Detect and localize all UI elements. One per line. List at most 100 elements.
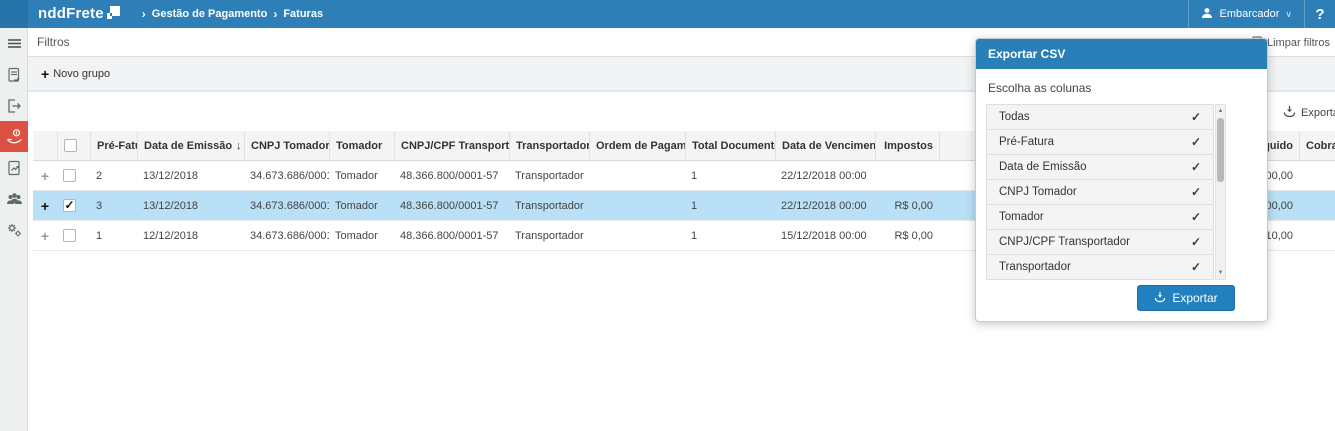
col-data-vencimento[interactable]: Data de Vencimento	[775, 131, 875, 160]
settings-gear-icon[interactable]	[0, 214, 28, 245]
breadcrumb-item-gestao[interactable]: Gestão de Pagamento	[152, 8, 268, 20]
col-pre-fatura[interactable]: Pré-Fatura	[90, 131, 137, 160]
cell-tomador: Tomador	[335, 199, 378, 212]
cell-pre-fatura: 2	[96, 169, 103, 182]
chevron-down-icon: ∨	[1285, 8, 1292, 19]
cell-data-emissao: 13/12/2018	[143, 199, 199, 212]
column-option-list: Todas ✓ Pré-Fatura ✓ Data de Emissão ✓ C…	[986, 104, 1226, 280]
option-label: Pré-Fatura	[999, 136, 1054, 148]
cell-ordem-pagamento	[589, 161, 685, 190]
topbar-right: Embarcador ∨ ?	[1188, 0, 1335, 28]
sidebar-item-document-report[interactable]	[0, 152, 28, 183]
top-bar: nddFrete › Gestão de Pagamento › Faturas…	[0, 0, 1335, 28]
new-group-button[interactable]: + Novo grupo	[41, 67, 110, 81]
expand-row-icon[interactable]: +	[41, 229, 49, 243]
check-icon: ✓	[1190, 185, 1201, 199]
new-group-label: Novo grupo	[53, 67, 111, 80]
modal-subtitle: Escolha as colunas	[988, 81, 1092, 95]
export-csv-modal: Exportar CSV Escolha as colunas Todas ✓ …	[975, 38, 1268, 322]
topbar-corner	[0, 0, 28, 28]
option-data-de-emissao[interactable]: Data de Emissão ✓	[986, 154, 1214, 180]
col-ordem-pagamento[interactable]: Ordem de Pagamento	[589, 131, 685, 160]
modal-title: Exportar CSV	[988, 47, 1066, 61]
row-checkbox[interactable]	[63, 229, 76, 242]
option-cnpj-tomador[interactable]: CNPJ Tomador ✓	[986, 179, 1214, 205]
expand-row-icon[interactable]: +	[41, 169, 49, 183]
cell-total-documentos: 1	[691, 199, 698, 212]
col-tomador[interactable]: Tomador	[329, 131, 394, 160]
sidebar-item-payment[interactable]	[0, 121, 28, 152]
option-label: Todas	[999, 111, 1030, 123]
select-all-checkbox[interactable]	[64, 139, 77, 152]
cell-ordem-pagamento	[589, 191, 685, 220]
app-window: nddFrete › Gestão de Pagamento › Faturas…	[0, 0, 1335, 431]
option-cnpj-cpf-transportador[interactable]: CNPJ/CPF Transportador ✓	[986, 229, 1214, 255]
scroll-up-icon[interactable]: ▲	[1216, 105, 1225, 117]
cell-impostos	[875, 161, 939, 190]
export-button-label: Exportar	[1172, 291, 1218, 305]
cell-cnpj-tomador: 34.673.686/0001-01	[250, 229, 329, 242]
breadcrumb-separator: ›	[141, 7, 146, 21]
help-button[interactable]: ?	[1305, 0, 1335, 28]
col-cnpj-tomador[interactable]: CNPJ Tomador	[244, 131, 329, 160]
user-menu[interactable]: Embarcador ∨	[1189, 0, 1304, 28]
check-icon: ✓	[64, 197, 75, 212]
cell-cnpj-tomador: 34.673.686/0001-01	[250, 199, 329, 212]
cell-data-emissao: 13/12/2018	[143, 169, 199, 182]
cell-tomador: Tomador	[335, 229, 378, 242]
sidebar-item-users[interactable]	[0, 183, 28, 214]
app-logo[interactable]: nddFrete	[38, 5, 120, 24]
col-impostos[interactable]: Impostos	[875, 131, 939, 160]
check-icon: ✓	[1190, 210, 1201, 224]
cell-data-vencimento: 22/12/2018 00:00	[781, 169, 867, 182]
option-list-scrollbar[interactable]: ▲ ▼	[1215, 104, 1226, 280]
scrollbar-thumb[interactable]	[1217, 118, 1224, 182]
breadcrumb-item-faturas[interactable]: Faturas	[283, 8, 323, 20]
cell-ordem-pagamento	[589, 221, 685, 250]
cell-transportador: Transportador	[515, 229, 584, 242]
filters-title: Filtros	[37, 35, 70, 49]
breadcrumb: › Gestão de Pagamento › Faturas	[142, 7, 323, 21]
col-transportador[interactable]: Transportador	[509, 131, 589, 160]
cell-impostos: R$ 0,00	[894, 229, 933, 242]
col-cobranca[interactable]: Cobrança	[1299, 131, 1335, 160]
sidebar-item-sign-out[interactable]	[0, 90, 28, 121]
expand-row-icon[interactable]: +	[41, 199, 49, 213]
option-label: Transportador	[999, 261, 1071, 273]
option-transportador[interactable]: Transportador ✓	[986, 254, 1214, 280]
cell-data-vencimento: 22/12/2018 00:00	[781, 199, 867, 212]
cell-cnpj-tomador: 34.673.686/0001-01	[250, 169, 329, 182]
export-button[interactable]: Exportar	[1137, 285, 1235, 311]
sidebar-item-invoice-check[interactable]	[0, 59, 28, 90]
sidebar	[0, 28, 28, 431]
cell-cobranca	[1299, 161, 1335, 190]
cell-total-documentos: 1	[691, 169, 698, 182]
option-pre-fatura[interactable]: Pré-Fatura ✓	[986, 129, 1214, 155]
clear-filters-label: Limpar filtros	[1267, 37, 1330, 49]
option-tomador[interactable]: Tomador ✓	[986, 204, 1214, 230]
cell-cnpj-cpf-transportador: 48.366.800/0001-57	[400, 169, 499, 182]
cell-cnpj-cpf-transportador: 48.366.800/0001-57	[400, 229, 499, 242]
cell-transportador: Transportador	[515, 169, 584, 182]
option-label: CNPJ/CPF Transportador	[999, 236, 1131, 248]
col-data-emissao[interactable]: Data de Emissão ↓	[137, 131, 244, 160]
cell-data-emissao: 12/12/2018	[143, 229, 199, 242]
export-csv-label: Exportar CSV	[1301, 107, 1335, 119]
row-checkbox[interactable]	[63, 169, 76, 182]
option-todas[interactable]: Todas ✓	[986, 104, 1214, 130]
cell-transportador: Transportador	[515, 199, 584, 212]
user-menu-label: Embarcador	[1219, 8, 1280, 20]
row-checkbox-checked[interactable]: ✓	[63, 199, 76, 212]
export-csv-link[interactable]: Exportar CSV	[1283, 105, 1335, 121]
check-icon: ✓	[1190, 235, 1201, 249]
col-total-documentos[interactable]: Total Documentos	[685, 131, 775, 160]
user-icon	[1201, 7, 1213, 22]
sort-desc-icon: ↓	[236, 139, 242, 152]
check-icon: ✓	[1190, 110, 1201, 124]
cell-total-documentos: 1	[691, 229, 698, 242]
option-label: CNPJ Tomador	[999, 186, 1077, 198]
menu-icon[interactable]	[0, 28, 28, 59]
option-label: Data de Emissão	[999, 161, 1087, 173]
col-cnpj-cpf-transportador[interactable]: CNPJ/CPF Transportador	[394, 131, 509, 160]
scroll-down-icon[interactable]: ▼	[1216, 267, 1225, 279]
